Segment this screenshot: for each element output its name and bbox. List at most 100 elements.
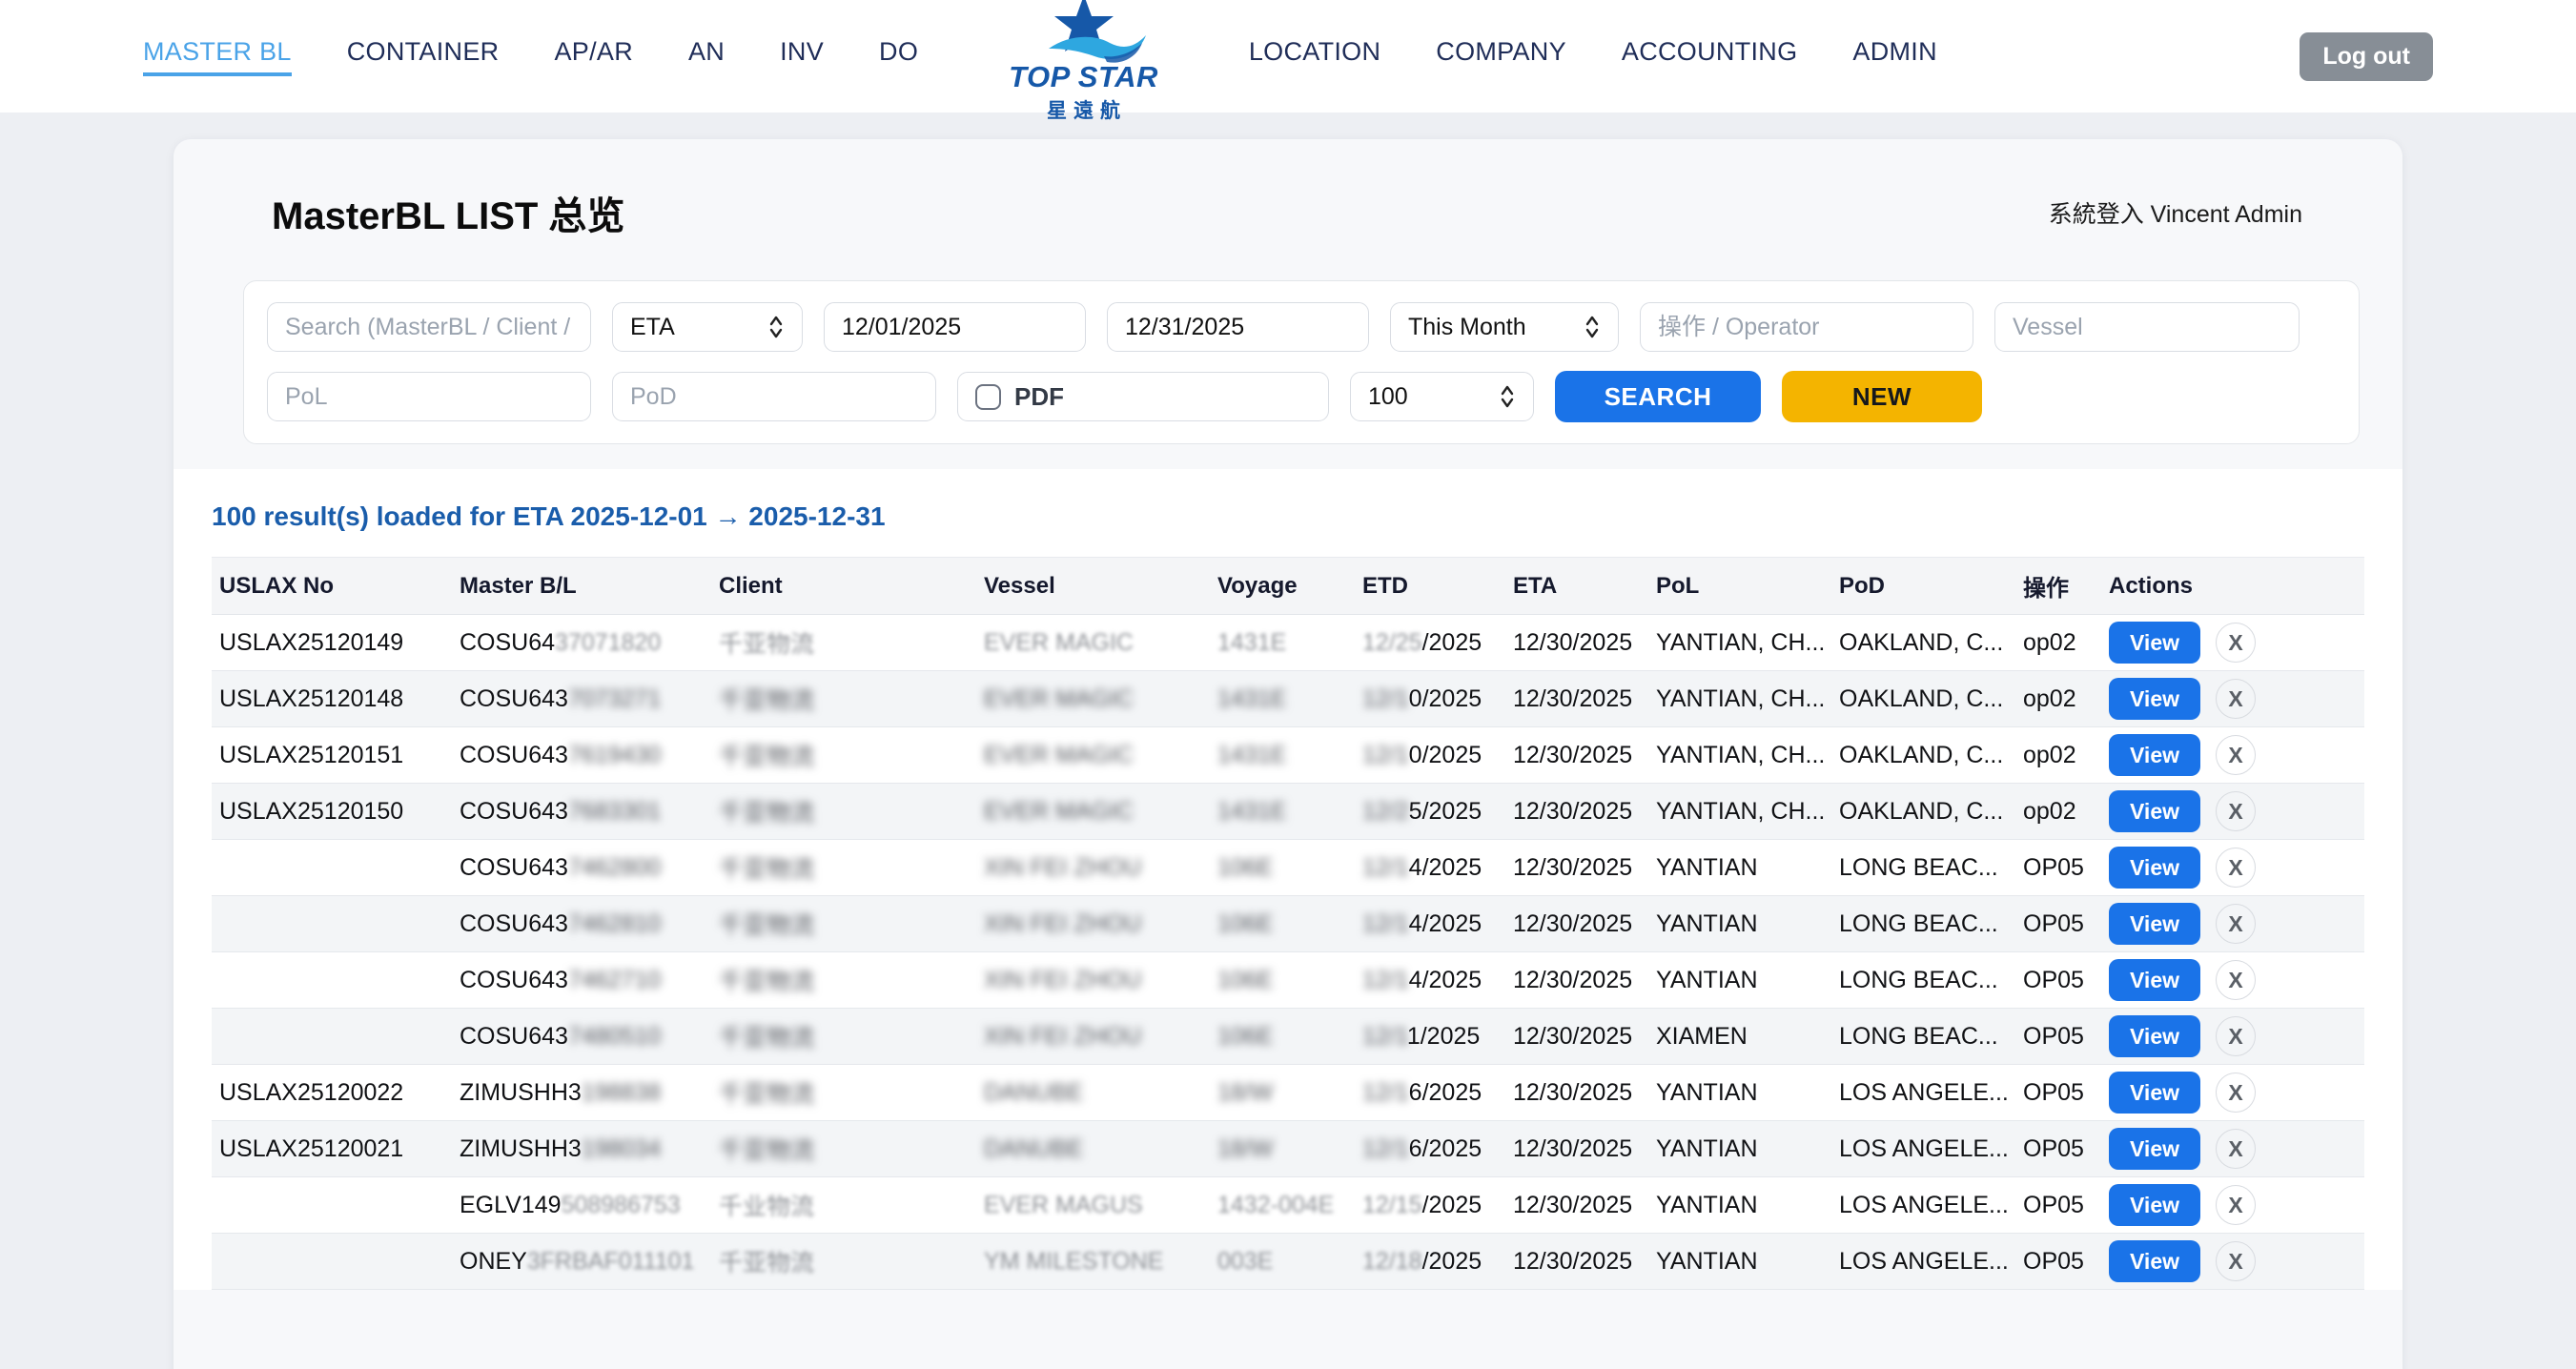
view-button[interactable]: View	[2109, 734, 2200, 776]
page-size-select[interactable]: 100	[1350, 372, 1534, 421]
cell-operator: op02	[2015, 727, 2101, 784]
vessel-input[interactable]	[1994, 302, 2300, 352]
cell-eta: 12/30/2025	[1505, 1234, 1648, 1290]
chevron-updown-icon	[767, 314, 785, 340]
col-etd: ETD	[1355, 558, 1505, 615]
view-button[interactable]: View	[2109, 1128, 2200, 1170]
cell-actions: View X	[2101, 1177, 2364, 1234]
range-preset-selected-value: This Month	[1408, 314, 1526, 341]
cell-voyage: 1431E	[1210, 615, 1355, 671]
table-row: USLAX25120022 ZIMUSHH3198838 千亚物流 DANUBE…	[212, 1065, 2364, 1121]
delete-row-button[interactable]: X	[2216, 1073, 2256, 1113]
cell-operator: OP05	[2015, 840, 2101, 896]
star-wave-icon	[1012, 0, 1155, 68]
cell-actions: View X	[2101, 784, 2364, 840]
date-from-input[interactable]	[824, 302, 1086, 352]
date-field-select[interactable]: ETA	[612, 302, 803, 352]
card-header: MasterBL LIST 总览 系統登入 Vincent Admin	[174, 139, 2402, 240]
cell-uslax-no: USLAX25120021	[212, 1121, 452, 1177]
delete-row-button[interactable]: X	[2216, 904, 2256, 944]
view-button[interactable]: View	[2109, 790, 2200, 832]
operator-input[interactable]	[1640, 302, 1973, 352]
nav-item-an[interactable]: AN	[688, 37, 725, 76]
cell-uslax-no	[212, 1009, 452, 1065]
table-row: EGLV149508986753 千业物流 EVER MAGUS 1432-00…	[212, 1177, 2364, 1234]
cell-operator: op02	[2015, 784, 2101, 840]
cell-pod: OAKLAND, C...	[1831, 784, 2015, 840]
logout-button[interactable]: Log out	[2300, 32, 2433, 81]
nav-item-container[interactable]: CONTAINER	[347, 37, 500, 76]
delete-row-button[interactable]: X	[2216, 1016, 2256, 1056]
cell-master-bl: ZIMUSHH3198838	[452, 1065, 711, 1121]
cell-client: 千业物流	[711, 1177, 976, 1234]
nav-item-do[interactable]: DO	[879, 37, 918, 76]
pod-input[interactable]	[612, 372, 936, 421]
cell-voyage: 18/W	[1210, 1065, 1355, 1121]
view-button[interactable]: View	[2109, 622, 2200, 664]
cell-pod: LONG BEAC...	[1831, 840, 2015, 896]
view-button[interactable]: View	[2109, 903, 2200, 945]
delete-row-button[interactable]: X	[2216, 1129, 2256, 1169]
cell-client: 千亚物流	[711, 952, 976, 1009]
cell-uslax-no	[212, 896, 452, 952]
cell-etd: 12/10/2025	[1355, 671, 1505, 727]
cell-vessel: YM MILESTONE	[976, 1234, 1210, 1290]
cell-pod: LONG BEAC...	[1831, 952, 2015, 1009]
nav-item-admin[interactable]: ADMIN	[1852, 37, 1937, 76]
nav-item-company[interactable]: COMPANY	[1436, 37, 1566, 76]
cell-pol: YANTIAN	[1648, 1177, 1831, 1234]
keyword-search-input[interactable]	[267, 302, 591, 352]
nav-item-accounting[interactable]: ACCOUNTING	[1622, 37, 1798, 76]
cell-etd: 12/14/2025	[1355, 896, 1505, 952]
delete-row-button[interactable]: X	[2216, 735, 2256, 775]
delete-row-button[interactable]: X	[2216, 679, 2256, 719]
view-button[interactable]: View	[2109, 1072, 2200, 1114]
delete-row-button[interactable]: X	[2216, 1241, 2256, 1281]
cell-actions: View X	[2101, 727, 2364, 784]
cell-master-bl: EGLV149508986753	[452, 1177, 711, 1234]
delete-row-button[interactable]: X	[2216, 623, 2256, 663]
date-to-input[interactable]	[1107, 302, 1369, 352]
range-preset-select[interactable]: This Month	[1390, 302, 1619, 352]
cell-client: 千亚物流	[711, 1121, 976, 1177]
cell-eta: 12/30/2025	[1505, 952, 1648, 1009]
col-uslax-no: USLAX No	[212, 558, 452, 615]
view-button[interactable]: View	[2109, 678, 2200, 720]
logo-chinese-name: 星遠航	[1040, 95, 1127, 124]
new-button[interactable]: NEW	[1782, 371, 1982, 422]
view-button[interactable]: View	[2109, 1184, 2200, 1226]
date-field-selected-value: ETA	[630, 314, 675, 341]
col-operator: 操作	[2015, 558, 2101, 615]
cell-pol: YANTIAN	[1648, 896, 1831, 952]
cell-eta: 12/30/2025	[1505, 1121, 1648, 1177]
delete-row-button[interactable]: X	[2216, 1185, 2256, 1225]
cell-actions: View X	[2101, 896, 2364, 952]
nav-item-inv[interactable]: INV	[780, 37, 824, 76]
search-button[interactable]: SEARCH	[1555, 371, 1761, 422]
col-voyage: Voyage	[1210, 558, 1355, 615]
results-section: 100 result(s) loaded for ETA 2025-12-01 …	[174, 469, 2402, 1290]
pdf-checkbox[interactable]	[975, 384, 1001, 410]
cell-actions: View X	[2101, 1065, 2364, 1121]
cell-uslax-no: USLAX25120022	[212, 1065, 452, 1121]
nav-item-location[interactable]: LOCATION	[1249, 37, 1380, 76]
delete-row-button[interactable]: X	[2216, 848, 2256, 888]
table-row: USLAX25120021 ZIMUSHH3198034 千亚物流 DANUBE…	[212, 1121, 2364, 1177]
cell-etd: 12/25/2025	[1355, 615, 1505, 671]
cell-eta: 12/30/2025	[1505, 1065, 1648, 1121]
view-button[interactable]: View	[2109, 1240, 2200, 1282]
view-button[interactable]: View	[2109, 959, 2200, 1001]
cell-master-bl: COSU6437073271	[452, 671, 711, 727]
view-button[interactable]: View	[2109, 847, 2200, 889]
cell-pol: XIAMEN	[1648, 1009, 1831, 1065]
cell-actions: View X	[2101, 615, 2364, 671]
pol-input[interactable]	[267, 372, 591, 421]
delete-row-button[interactable]: X	[2216, 960, 2256, 1000]
cell-uslax-no	[212, 1177, 452, 1234]
page-size-selected-value: 100	[1368, 383, 1408, 411]
cell-vessel: XIN FEI ZHOU	[976, 952, 1210, 1009]
nav-item-ap-ar[interactable]: AP/AR	[554, 37, 633, 76]
nav-item-master-bl[interactable]: MASTER BL	[143, 37, 292, 76]
delete-row-button[interactable]: X	[2216, 791, 2256, 831]
view-button[interactable]: View	[2109, 1015, 2200, 1057]
